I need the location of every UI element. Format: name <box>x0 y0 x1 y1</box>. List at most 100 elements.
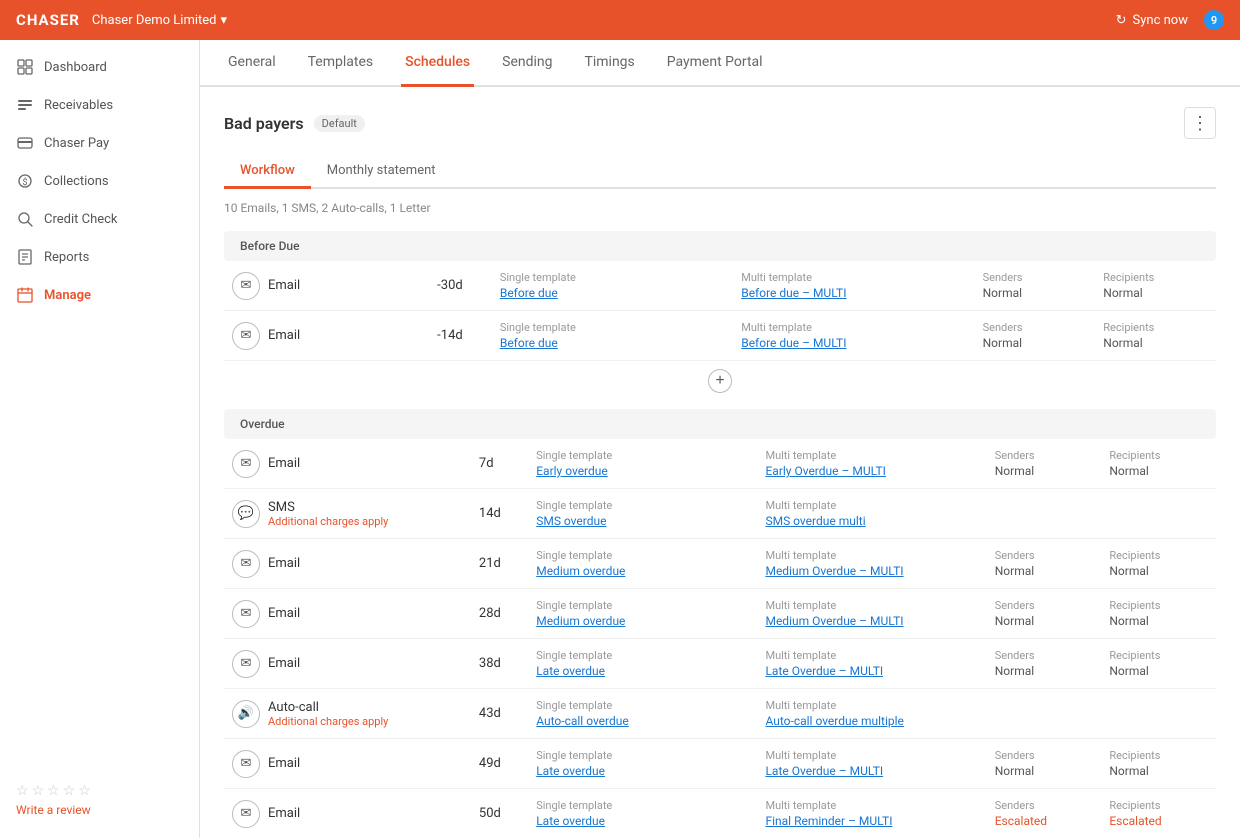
tab-timings[interactable]: Timings <box>581 40 639 87</box>
group-header-overdue: Overdue <box>224 409 1216 439</box>
multi-template-link[interactable]: Final Reminder – MULTI <box>765 814 978 828</box>
credit-check-label: Credit Check <box>44 212 118 227</box>
tab-monthly-statement[interactable]: Monthly statement <box>311 155 452 189</box>
sync-button[interactable]: ↻ Sync now <box>1116 13 1188 28</box>
section-title: Bad payers Default <box>224 114 365 133</box>
sidebar-item-receivables[interactable]: Receivables <box>0 86 199 124</box>
type-label: Email <box>268 806 300 821</box>
recipients-cell: Recipients Normal <box>1095 261 1216 311</box>
type-cell: ✉ Email <box>232 650 463 678</box>
sidebar-item-credit-check[interactable]: Credit Check <box>0 200 199 238</box>
email-icon: ✉ <box>232 322 260 350</box>
single-template-cell: Single template Late overdue <box>528 739 757 789</box>
table-row: 💬 SMS Additional charges apply 14d Singl… <box>224 489 1216 539</box>
notification-badge[interactable]: 9 <box>1204 10 1224 30</box>
type-cell: ✉ Email <box>232 322 421 350</box>
schedule-table-overdue: ✉ Email 7d Single template Early overdue… <box>224 439 1216 838</box>
default-badge: Default <box>314 115 365 132</box>
type-label: Email <box>268 656 300 671</box>
tab-workflow[interactable]: Workflow <box>224 155 311 189</box>
type-label: Email <box>268 756 300 771</box>
tab-general[interactable]: General <box>224 40 280 87</box>
dashboard-label: Dashboard <box>44 60 107 75</box>
section-header: Bad payers Default ⋮ <box>224 107 1216 139</box>
tab-sending[interactable]: Sending <box>498 40 556 87</box>
single-template-cell: Single template Early overdue <box>528 439 757 489</box>
single-template-cell: Single template Late overdue <box>528 789 757 838</box>
sidebar: Dashboard Receivables Chaser Pay $ Colle… <box>0 40 200 838</box>
senders-empty <box>987 689 1102 739</box>
manage-icon <box>16 286 34 304</box>
collections-icon: $ <box>16 172 34 190</box>
multi-template-link[interactable]: Early Overdue – MULTI <box>765 464 978 478</box>
multi-template-link[interactable]: Medium Overdue – MULTI <box>765 564 978 578</box>
sidebar-item-collections[interactable]: $ Collections <box>0 162 199 200</box>
top-nav: CHASER Chaser Demo Limited ▾ ↻ Sync now … <box>0 0 1240 40</box>
sidebar-item-chaser-pay[interactable]: Chaser Pay <box>0 124 199 162</box>
content-area: Bad payers Default ⋮ Workflow Monthly st… <box>200 87 1240 838</box>
days-cell: -30d <box>429 261 492 311</box>
recipients-cell: Recipients Normal <box>1101 639 1216 689</box>
dashboard-icon <box>16 58 34 76</box>
type-cell: ✉ Email <box>232 450 463 478</box>
multi-template-link[interactable]: Late Overdue – MULTI <box>765 764 978 778</box>
senders-cell: Senders Normal <box>987 539 1102 589</box>
type-cell: 🔊 Auto-call Additional charges apply <box>232 700 463 728</box>
multi-template-cell: Multi template Auto-call overdue multipl… <box>757 689 986 739</box>
schedule-table-before-due: ✉ Email -30d Single template Before due … <box>224 261 1216 361</box>
multi-template-cell: Multi template Before due – MULTI <box>733 261 974 311</box>
multi-template-link[interactable]: Late Overdue – MULTI <box>765 664 978 678</box>
single-template-link[interactable]: Before due <box>500 336 725 350</box>
days-cell: 38d <box>471 639 528 689</box>
multi-template-link[interactable]: Medium Overdue – MULTI <box>765 614 978 628</box>
sidebar-item-dashboard[interactable]: Dashboard <box>0 48 199 86</box>
sync-label: Sync now <box>1133 13 1188 28</box>
single-template-link[interactable]: Medium overdue <box>536 614 749 628</box>
summary-text: 10 Emails, 1 SMS, 2 Auto-calls, 1 Letter <box>224 201 1216 215</box>
table-row: ✉ Email 28d Single template Medium overd… <box>224 589 1216 639</box>
table-row: ✉ Email 38d Single template Late overdue… <box>224 639 1216 689</box>
multi-template-link[interactable]: SMS overdue multi <box>765 514 978 528</box>
sms-sublabel: Additional charges apply <box>268 515 388 528</box>
multi-template-link[interactable]: Before due – MULTI <box>741 286 966 300</box>
write-review-link[interactable]: Write a review <box>16 803 91 817</box>
senders-cell: Senders Normal <box>987 739 1102 789</box>
tab-templates[interactable]: Templates <box>304 40 378 87</box>
single-template-link[interactable]: Late overdue <box>536 664 749 678</box>
tab-payment-portal[interactable]: Payment Portal <box>663 40 767 87</box>
recipients-cell: Recipients Escalated <box>1101 789 1216 838</box>
group-before-due: Before Due ✉ Email -30d <box>224 231 1216 401</box>
add-before-due-button[interactable]: + <box>708 369 732 393</box>
email-icon: ✉ <box>232 550 260 578</box>
type-label: Email <box>268 556 300 571</box>
senders-cell: Senders Normal <box>987 589 1102 639</box>
single-template-link[interactable]: Auto-call overdue <box>536 714 749 728</box>
email-icon: ✉ <box>232 800 260 828</box>
single-template-cell: Single template Before due <box>492 311 733 361</box>
more-options-button[interactable]: ⋮ <box>1184 107 1216 139</box>
type-cell: ✉ Email <box>232 600 463 628</box>
reports-icon <box>16 248 34 266</box>
type-label: Email <box>268 606 300 621</box>
single-template-link[interactable]: Early overdue <box>536 464 749 478</box>
days-cell: 14d <box>471 489 528 539</box>
days-cell: -14d <box>429 311 492 361</box>
sidebar-item-manage[interactable]: Manage <box>0 276 199 314</box>
org-selector[interactable]: Chaser Demo Limited ▾ <box>92 13 227 28</box>
collections-label: Collections <box>44 174 109 189</box>
days-cell: 49d <box>471 739 528 789</box>
sidebar-item-reports[interactable]: Reports <box>0 238 199 276</box>
table-row: ✉ Email -30d Single template Before due … <box>224 261 1216 311</box>
single-template-link[interactable]: Before due <box>500 286 725 300</box>
table-row: ✉ Email 21d Single template Medium overd… <box>224 539 1216 589</box>
single-template-link[interactable]: Late overdue <box>536 814 749 828</box>
single-template-link[interactable]: Medium overdue <box>536 564 749 578</box>
dropdown-icon: ▾ <box>221 13 228 28</box>
section-name: Bad payers <box>224 114 304 133</box>
multi-template-link[interactable]: Before due – MULTI <box>741 336 966 350</box>
senders-cell: Senders Normal <box>975 261 1096 311</box>
tab-schedules[interactable]: Schedules <box>401 40 474 87</box>
multi-template-link[interactable]: Auto-call overdue multiple <box>765 714 978 728</box>
single-template-link[interactable]: SMS overdue <box>536 514 749 528</box>
single-template-link[interactable]: Late overdue <box>536 764 749 778</box>
